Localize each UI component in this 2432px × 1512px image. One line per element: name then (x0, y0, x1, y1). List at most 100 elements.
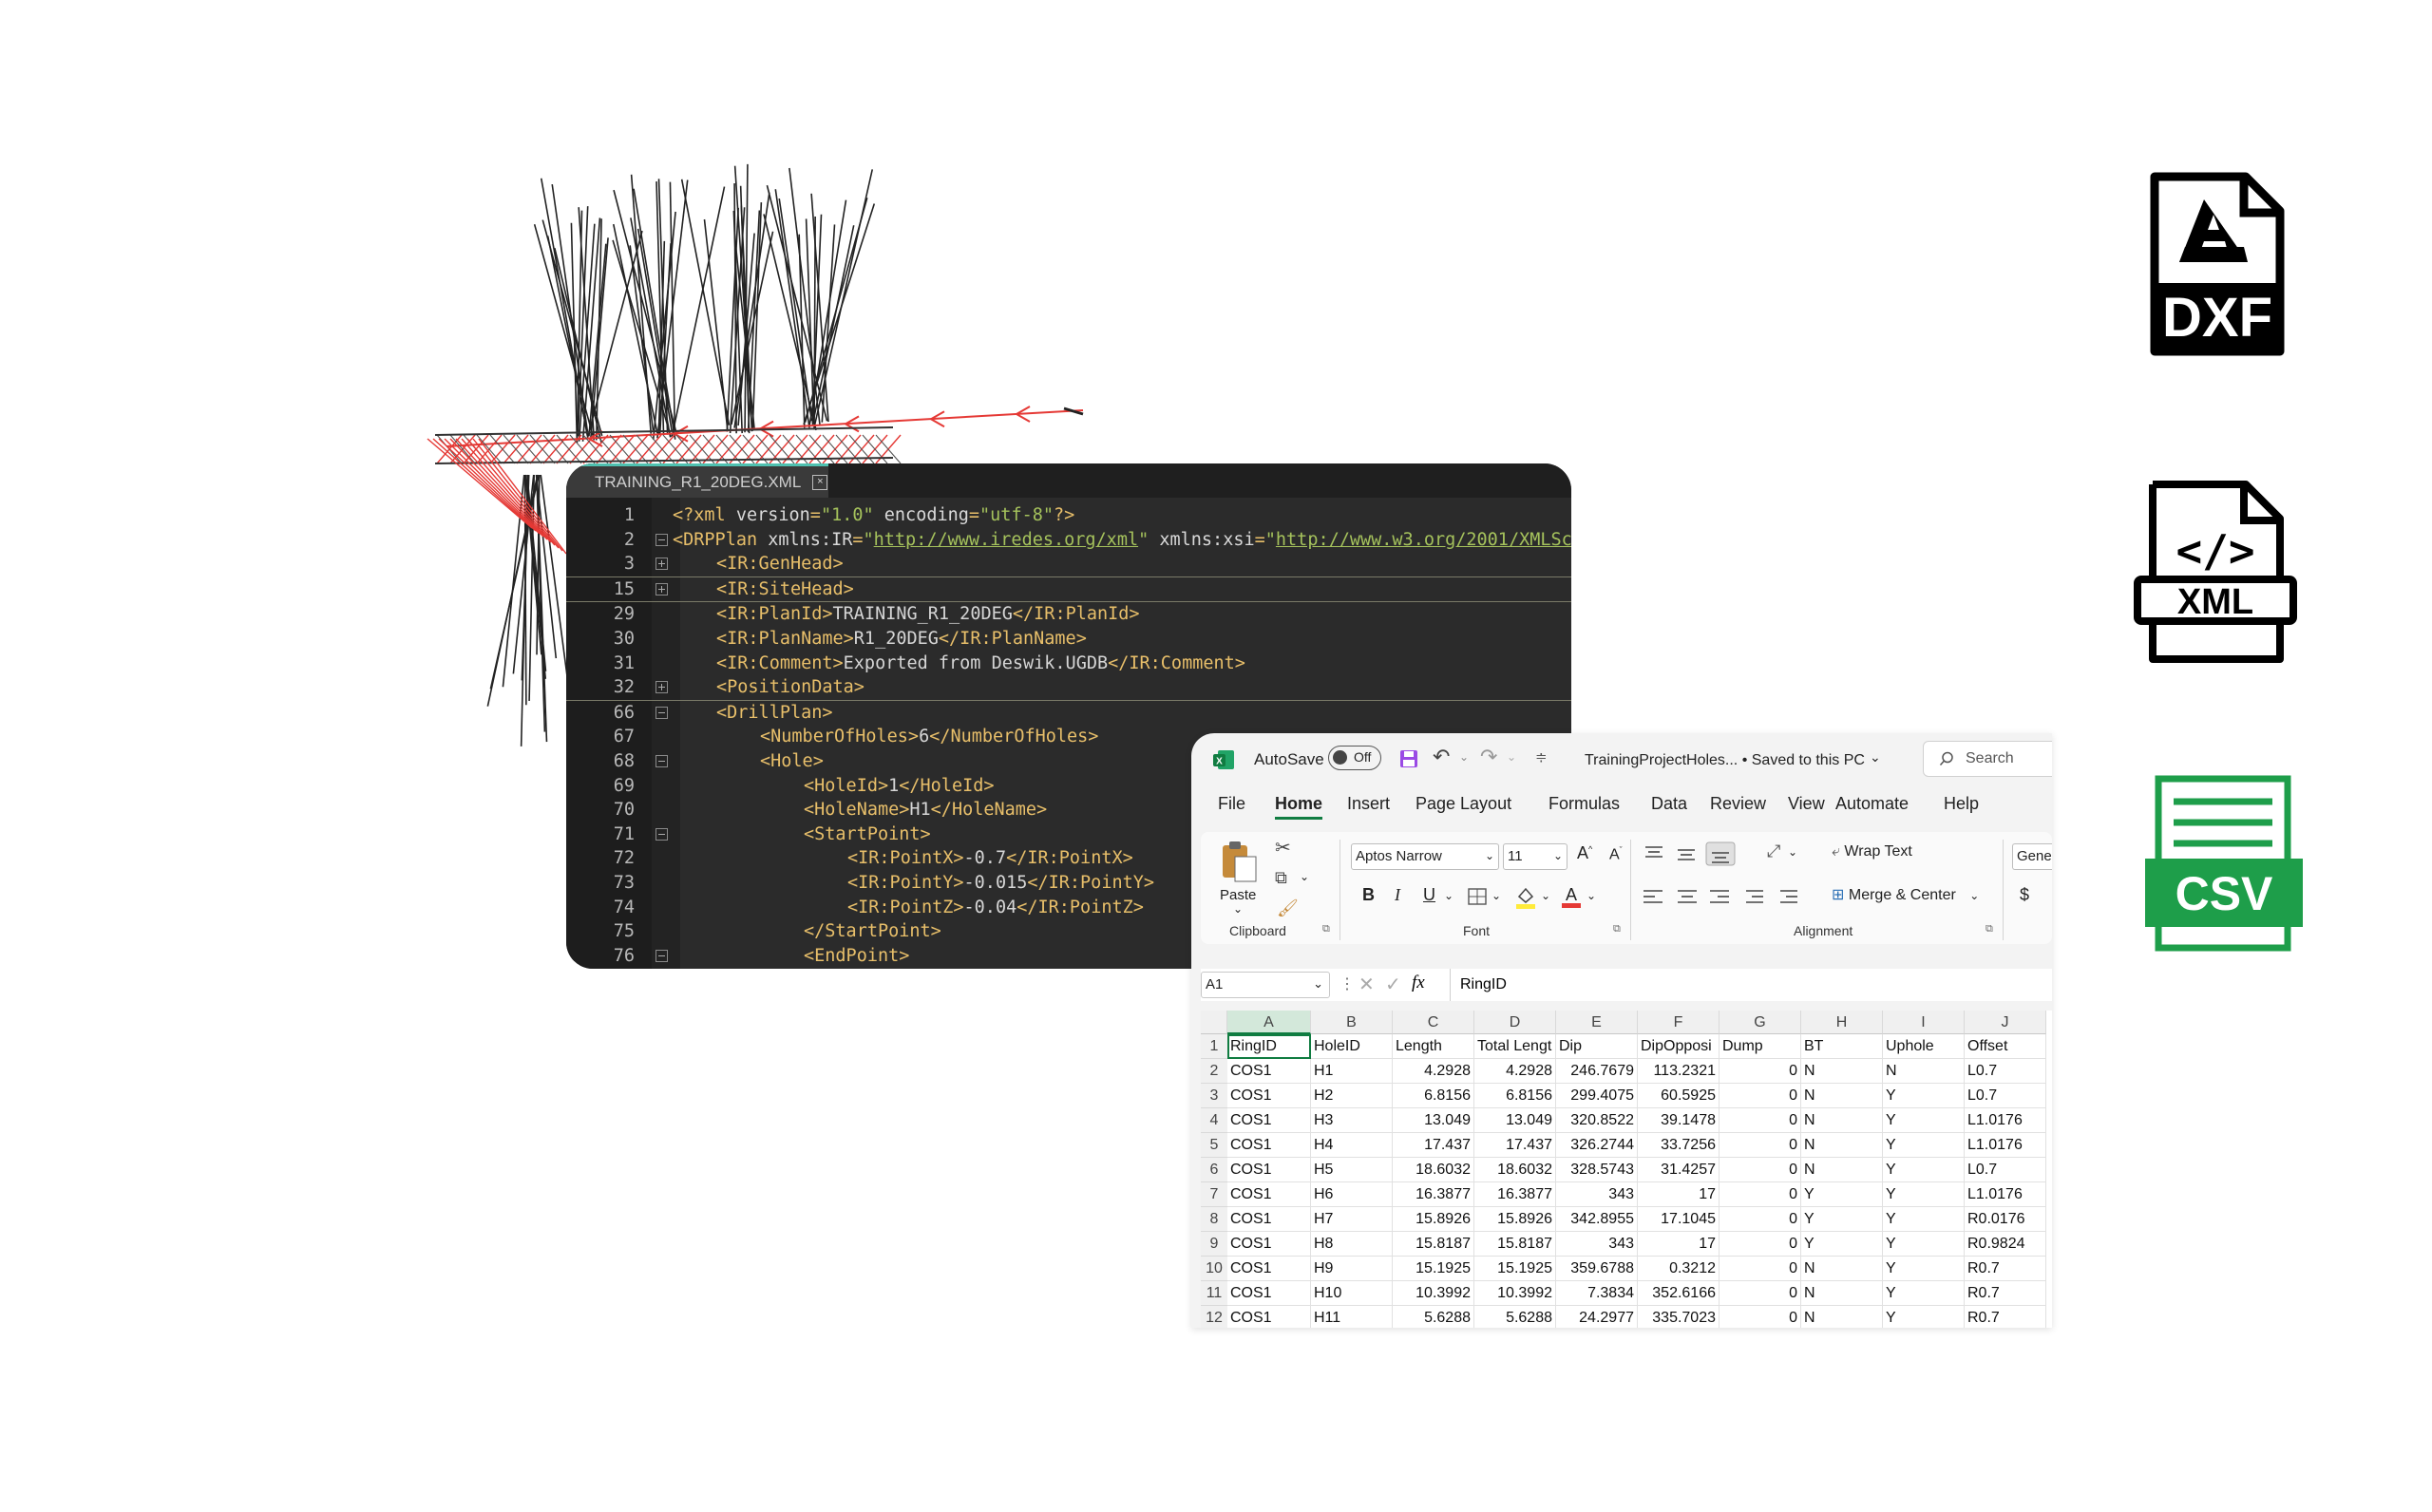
table-cell[interactable]: 39.1478 (1638, 1108, 1720, 1133)
table-cell[interactable]: 17 (1638, 1232, 1720, 1257)
table-cell[interactable]: R0.7 (1965, 1306, 2046, 1328)
header-cell[interactable]: RingID (1227, 1034, 1311, 1059)
table-cell[interactable]: Y (1883, 1084, 1965, 1108)
table-cell[interactable]: R0.7 (1965, 1257, 2046, 1281)
table-cell[interactable]: 299.4075 (1556, 1084, 1638, 1108)
column-header[interactable]: I (1883, 1011, 1965, 1034)
column-header[interactable]: B (1311, 1011, 1393, 1034)
table-cell[interactable]: N (1883, 1059, 1965, 1084)
font-color-icon[interactable]: A (1560, 883, 1583, 910)
tab-automate[interactable]: Automate (1835, 794, 1909, 814)
dialog-launcher-icon[interactable]: ⧉ (1613, 923, 1621, 936)
table-cell[interactable]: 10.3992 (1474, 1281, 1556, 1306)
table-cell[interactable]: H1 (1311, 1059, 1393, 1084)
table-cell[interactable]: 5.6288 (1474, 1306, 1556, 1328)
header-cell[interactable]: Length (1393, 1034, 1474, 1059)
table-cell[interactable]: 15.8187 (1393, 1232, 1474, 1257)
underline-button[interactable]: U (1423, 885, 1435, 905)
collapse-icon[interactable] (656, 706, 668, 719)
cut-icon[interactable]: ✂ (1275, 836, 1291, 860)
table-cell[interactable]: N (1801, 1133, 1883, 1158)
table-cell[interactable]: N (1801, 1281, 1883, 1306)
table-cell[interactable]: Y (1883, 1257, 1965, 1281)
dialog-launcher-icon[interactable]: ⧉ (1322, 923, 1330, 936)
copy-icon[interactable]: ⧉ (1275, 868, 1287, 888)
table-cell[interactable]: COS1 (1227, 1232, 1311, 1257)
paste-label[interactable]: Paste (1220, 887, 1256, 903)
insert-function-icon[interactable]: fx (1412, 973, 1425, 993)
table-cell[interactable]: N (1801, 1158, 1883, 1182)
table-cell[interactable]: 15.8926 (1474, 1207, 1556, 1232)
table-cell[interactable]: COS1 (1227, 1306, 1311, 1328)
table-cell[interactable]: R0.9824 (1965, 1232, 2046, 1257)
currency-button[interactable]: $ (2020, 885, 2029, 905)
table-cell[interactable]: 4.2928 (1393, 1059, 1474, 1084)
table-cell[interactable]: 31.4257 (1638, 1158, 1720, 1182)
table-cell[interactable]: COS1 (1227, 1133, 1311, 1158)
table-cell[interactable]: 320.8522 (1556, 1108, 1638, 1133)
tab-data[interactable]: Data (1651, 794, 1687, 814)
table-cell[interactable]: 33.7256 (1638, 1133, 1720, 1158)
collapse-icon[interactable] (656, 533, 668, 546)
table-cell[interactable]: 60.5925 (1638, 1084, 1720, 1108)
tab-formulas[interactable]: Formulas (1548, 794, 1620, 814)
row-header[interactable]: 1 (1201, 1034, 1227, 1059)
table-cell[interactable]: 6.8156 (1474, 1084, 1556, 1108)
table-cell[interactable]: 18.6032 (1393, 1158, 1474, 1182)
code-line[interactable]: 1 <?xml version="1.0" encoding="utf-8"?> (566, 503, 1571, 528)
dialog-launcher-icon[interactable]: ⧉ (1986, 923, 1993, 936)
table-cell[interactable]: R0.7 (1965, 1281, 2046, 1306)
table-cell[interactable]: 343 (1556, 1232, 1638, 1257)
column-header[interactable]: D (1474, 1011, 1556, 1034)
header-cell[interactable]: Dump (1720, 1034, 1801, 1059)
table-cell[interactable]: COS1 (1227, 1084, 1311, 1108)
table-cell[interactable]: 13.049 (1393, 1108, 1474, 1133)
chevron-down-icon[interactable]: ⌄ (1788, 845, 1797, 859)
table-cell[interactable]: 15.8187 (1474, 1232, 1556, 1257)
table-cell[interactable]: Y (1883, 1306, 1965, 1328)
table-cell[interactable]: COS1 (1227, 1182, 1311, 1207)
table-cell[interactable]: Y (1883, 1232, 1965, 1257)
table-cell[interactable]: 18.6032 (1474, 1158, 1556, 1182)
borders-icon[interactable] (1467, 887, 1488, 906)
collapse-icon[interactable] (656, 827, 668, 841)
table-cell[interactable]: Y (1801, 1232, 1883, 1257)
tab-home[interactable]: Home (1275, 794, 1323, 820)
table-cell[interactable]: 6.8156 (1393, 1084, 1474, 1108)
table-cell[interactable]: H10 (1311, 1281, 1393, 1306)
row-header[interactable]: 12 (1201, 1306, 1227, 1328)
enter-icon[interactable]: ✓ (1385, 973, 1401, 996)
table-cell[interactable]: L1.0176 (1965, 1133, 2046, 1158)
table-cell[interactable]: 4.2928 (1474, 1059, 1556, 1084)
table-cell[interactable]: 5.6288 (1393, 1306, 1474, 1328)
table-cell[interactable]: H11 (1311, 1306, 1393, 1328)
row-header[interactable]: 3 (1201, 1084, 1227, 1108)
undo-icon[interactable]: ↶ (1433, 745, 1450, 769)
table-cell[interactable]: 7.3834 (1556, 1281, 1638, 1306)
code-line[interactable]: 2 <DRPPlan xmlns:IR="http://www.iredes.or… (566, 528, 1571, 553)
header-cell[interactable]: BT (1801, 1034, 1883, 1059)
table-cell[interactable]: N (1801, 1257, 1883, 1281)
table-cell[interactable]: L1.0176 (1965, 1108, 2046, 1133)
table-cell[interactable]: 0 (1720, 1059, 1801, 1084)
tab-page-layout[interactable]: Page Layout (1416, 794, 1511, 814)
wrap-text-button[interactable]: ⤶ Wrap Text (1832, 843, 1912, 860)
table-cell[interactable]: 328.5743 (1556, 1158, 1638, 1182)
close-icon[interactable]: × (812, 474, 828, 490)
expand-icon[interactable] (656, 558, 668, 571)
table-cell[interactable]: 16.3877 (1393, 1182, 1474, 1207)
tab-insert[interactable]: Insert (1347, 794, 1390, 814)
table-cell[interactable]: 0 (1720, 1182, 1801, 1207)
name-box[interactable]: A1 ⌄ (1201, 972, 1330, 998)
table-cell[interactable]: N (1801, 1059, 1883, 1084)
table-cell[interactable]: 16.3877 (1474, 1182, 1556, 1207)
number-format-select[interactable]: Gene (2012, 843, 2052, 870)
header-cell[interactable]: DipOpposi (1638, 1034, 1720, 1059)
table-cell[interactable]: COS1 (1227, 1059, 1311, 1084)
code-line[interactable]: 3 <IR:GenHead> (566, 552, 1571, 577)
chevron-down-icon[interactable]: ⌄ (1492, 889, 1501, 902)
table-cell[interactable]: H7 (1311, 1207, 1393, 1232)
row-header[interactable]: 5 (1201, 1133, 1227, 1158)
table-cell[interactable]: Y (1883, 1108, 1965, 1133)
code-line[interactable]: 15 <IR:SiteHead> (566, 577, 1571, 603)
